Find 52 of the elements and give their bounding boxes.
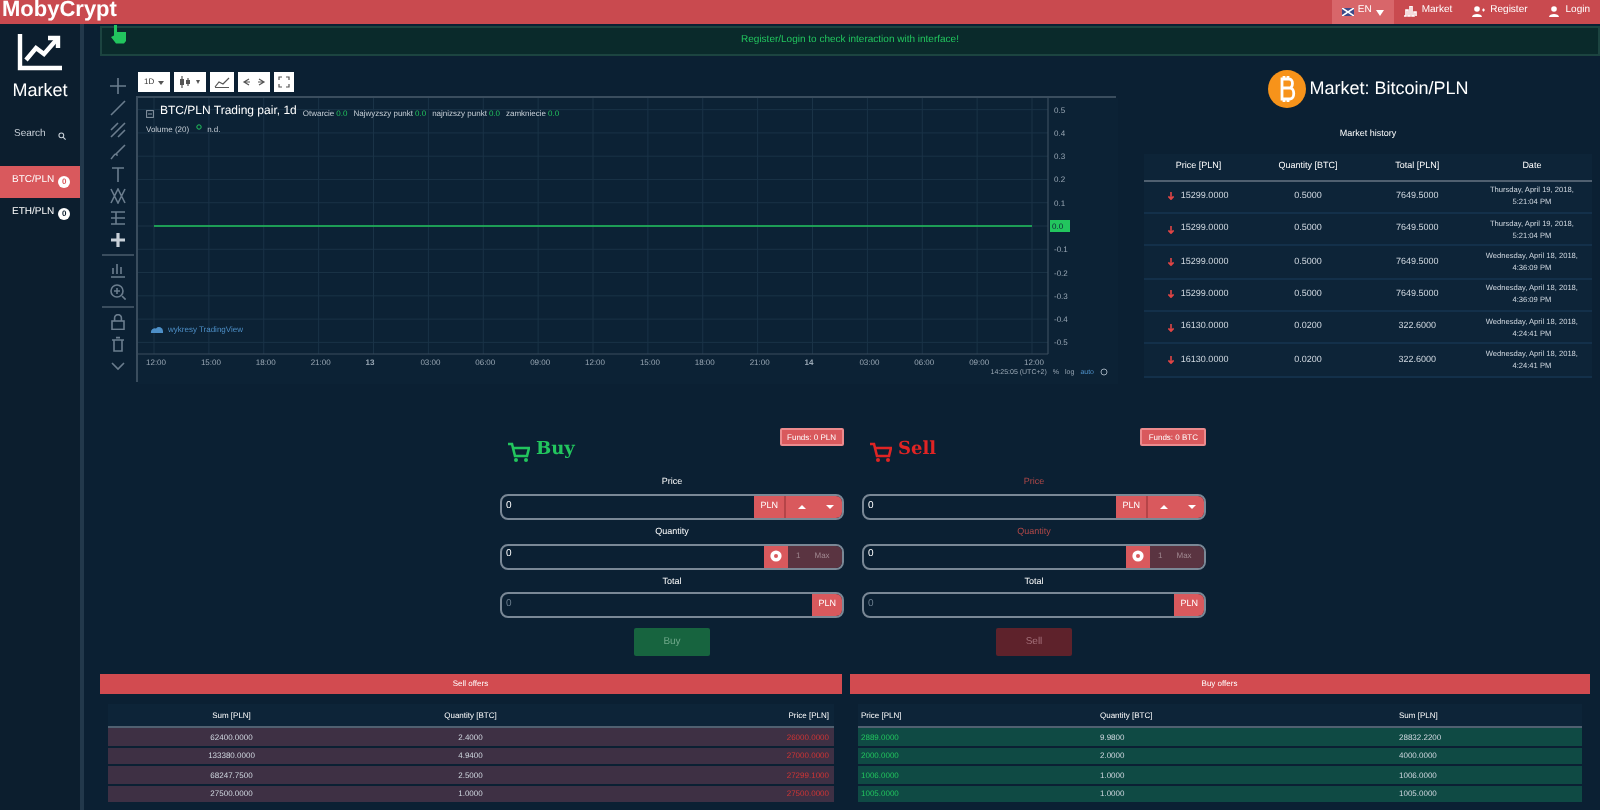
down-arrow-icon (1168, 257, 1175, 266)
down-arrow-icon (1168, 225, 1175, 234)
cart-icon (870, 441, 892, 462)
chevron-down-icon[interactable] (110, 358, 126, 374)
coin-icon (1132, 550, 1144, 562)
order-title: Buy (536, 438, 575, 464)
calculator-button[interactable] (1126, 545, 1150, 567)
undo-redo-icon (242, 76, 267, 88)
lock-icon[interactable] (110, 314, 126, 330)
fullscreen-icon (278, 76, 291, 88)
caret-icon (158, 79, 165, 85)
toolbar-button[interactable] (274, 72, 295, 92)
zoom-icon[interactable] (110, 284, 126, 300)
brush-icon[interactable] (110, 144, 126, 160)
chart-tool-icon[interactable] (110, 262, 126, 278)
user-icon (1547, 6, 1562, 18)
hand-pointer-icon (110, 24, 128, 44)
down-arrow-icon (1168, 290, 1175, 299)
plus-icon[interactable] (110, 232, 126, 248)
down-arrow-icon (1168, 192, 1175, 201)
flag-icon (1341, 8, 1354, 16)
caret-icon (1375, 9, 1384, 15)
toolbar-button[interactable] (210, 72, 235, 92)
cart-icon (508, 441, 530, 462)
down-arrow-icon (1168, 323, 1175, 332)
trash-icon[interactable] (110, 336, 126, 352)
collapse-icon[interactable] (146, 109, 154, 117)
measure-tool-icon[interactable] (110, 210, 126, 226)
logo: MobyCrypt (0, 0, 117, 22)
cloud-logo-icon (150, 326, 164, 334)
dot-icon (195, 124, 202, 130)
calculator-button[interactable] (764, 545, 788, 567)
coin-icon (770, 550, 782, 562)
sidebar-title: Market (10, 78, 70, 104)
toolbar-button[interactable] (238, 72, 271, 92)
line-tool-icon[interactable] (110, 100, 126, 116)
settings-icon[interactable] (1100, 368, 1108, 377)
fork-tool-icon[interactable] (110, 122, 126, 138)
pattern-tool-icon[interactable] (110, 188, 126, 204)
add-user-icon (1472, 6, 1487, 18)
toolbar-button[interactable] (174, 72, 207, 92)
indicators-icon (214, 76, 231, 88)
chart-icon (1403, 6, 1418, 18)
chart-logo-icon (16, 32, 64, 72)
market-title: Market: Bitcoin/PLN (1309, 75, 1469, 102)
order-title: Sell (898, 438, 937, 464)
down-arrow-icon (1168, 355, 1175, 364)
crosshair-icon[interactable] (110, 78, 126, 94)
search-icon (58, 129, 66, 141)
bitcoin-icon (1267, 70, 1306, 108)
text-tool-icon[interactable] (110, 166, 126, 182)
candlestick-icon (178, 76, 203, 88)
